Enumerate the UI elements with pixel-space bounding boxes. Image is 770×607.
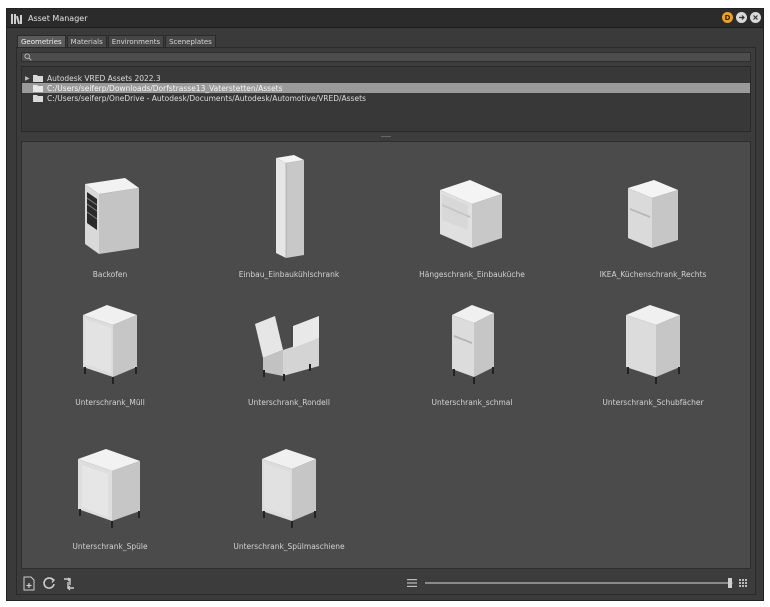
asset-folder-tree: ▶ Autodesk VRED Assets 2022.3 C:/Users/s… (21, 66, 751, 132)
tree-item-label: C:/Users/seiferp/Downloads/Dorfstrasse13… (47, 83, 283, 93)
splitter-grip[interactable] (381, 135, 391, 137)
refresh-icon (43, 577, 56, 589)
window-title: Asset Manager (28, 13, 88, 23)
asset-tile-ikea-kuechenschrank[interactable]: IKEA_Küchenschrank_Rechts (568, 164, 738, 294)
asset-label: Unterschrank_Rondell (248, 398, 330, 407)
asset-tile-unterschrank-spuele[interactable]: Unterschrank_Spüle (25, 436, 195, 566)
asset-label: Hängeschrank_Einbauküche (419, 270, 525, 279)
asset-tile-unterschrank-muell[interactable]: Unterschrank_Müll (25, 292, 195, 422)
thumbnail-size-control (407, 577, 749, 589)
asset-label: Unterschrank_Spülmaschiene (233, 542, 345, 551)
new-file-icon (23, 576, 34, 590)
float-window-icon[interactable] (736, 12, 747, 23)
asset-label: Unterschrank_Müll (75, 398, 145, 407)
cabinet-thumbnail (70, 292, 150, 392)
help-badge-icon[interactable]: D (722, 12, 733, 23)
tree-item-vred-assets[interactable]: ▶ Autodesk VRED Assets 2022.3 (22, 73, 750, 83)
cabinet-thumbnail (70, 164, 150, 264)
tree-item-onedrive-assets[interactable]: C:/Users/seiferp/OneDrive - Autodesk/Doc… (22, 93, 750, 103)
cabinet-thumbnail (249, 436, 329, 536)
asset-manager-window: Asset Manager D Geometries Materials Env… (6, 8, 764, 601)
add-file-button[interactable] (21, 575, 37, 591)
slider-fill (425, 582, 730, 584)
sync-assets-button[interactable] (61, 575, 77, 591)
folder-icon (33, 95, 43, 102)
cabinet-thumbnail (249, 292, 329, 392)
tree-item-label: Autodesk VRED Assets 2022.3 (47, 73, 161, 83)
cabinet-thumbnail (432, 164, 512, 264)
asset-label: Unterschrank_schmal (431, 398, 513, 407)
panel-splitter[interactable] (21, 134, 751, 138)
grid-view-icon[interactable] (739, 579, 747, 587)
tree-item-label: C:/Users/seiferp/OneDrive - Autodesk/Doc… (47, 93, 366, 103)
asset-label: IKEA_Küchenschrank_Rechts (599, 270, 707, 279)
asset-label: Unterschrank_Spüle (72, 542, 148, 551)
folder-icon (33, 85, 43, 92)
sync-assets-icon (63, 576, 74, 590)
cabinet-thumbnail (70, 436, 150, 536)
asset-thumbnail-grid: Backofen Einbau_Einbaukühlschrank Hänges… (21, 141, 751, 569)
close-window-icon[interactable] (750, 12, 761, 23)
cabinet-thumbnail (613, 164, 693, 264)
asset-label: Backofen (92, 270, 128, 279)
cabinet-thumbnail (613, 292, 693, 392)
geometries-panel: ▶ Autodesk VRED Assets 2022.3 C:/Users/s… (16, 47, 756, 595)
asset-label: Einbau_Einbaukühlschrank (238, 270, 340, 279)
asset-tile-einbau-kuehlschrank[interactable]: Einbau_Einbaukühlschrank (204, 150, 374, 280)
asset-tile-unterschrank-schmal[interactable]: Unterschrank_schmal (387, 292, 557, 422)
asset-label: Unterschrank_Schubfächer (602, 398, 704, 407)
cabinet-thumbnail (249, 150, 329, 264)
search-input[interactable] (32, 53, 750, 61)
bottom-toolbar (21, 574, 751, 592)
asset-tile-unterschrank-rondell[interactable]: Unterschrank_Rondell (204, 292, 374, 422)
expand-arrow-icon[interactable]: ▶ (25, 75, 33, 82)
cabinet-thumbnail (432, 292, 512, 392)
refresh-button[interactable] (41, 575, 57, 591)
search-bar (21, 52, 751, 62)
asset-tile-unterschrank-schubfaecher[interactable]: Unterschrank_Schubfächer (568, 292, 738, 422)
slider-handle[interactable] (727, 578, 732, 588)
list-view-icon[interactable] (407, 579, 417, 587)
folder-icon (33, 75, 43, 82)
thumbnail-size-slider[interactable] (425, 578, 733, 588)
asset-tabs: Geometries Materials Environments Scenep… (17, 35, 216, 48)
title-bar: Asset Manager D (7, 9, 763, 28)
asset-tile-unterschrank-spuelmaschiene[interactable]: Unterschrank_Spülmaschiene (204, 436, 374, 566)
search-icon (24, 53, 32, 61)
asset-tile-backofen[interactable]: Backofen (25, 164, 195, 294)
window-controls: D (722, 12, 761, 23)
asset-tile-haengeschrank[interactable]: Hängeschrank_Einbauküche (387, 164, 557, 294)
tree-item-downloads-assets[interactable]: C:/Users/seiferp/Downloads/Dorfstrasse13… (22, 83, 750, 93)
asset-manager-icon (11, 12, 23, 24)
